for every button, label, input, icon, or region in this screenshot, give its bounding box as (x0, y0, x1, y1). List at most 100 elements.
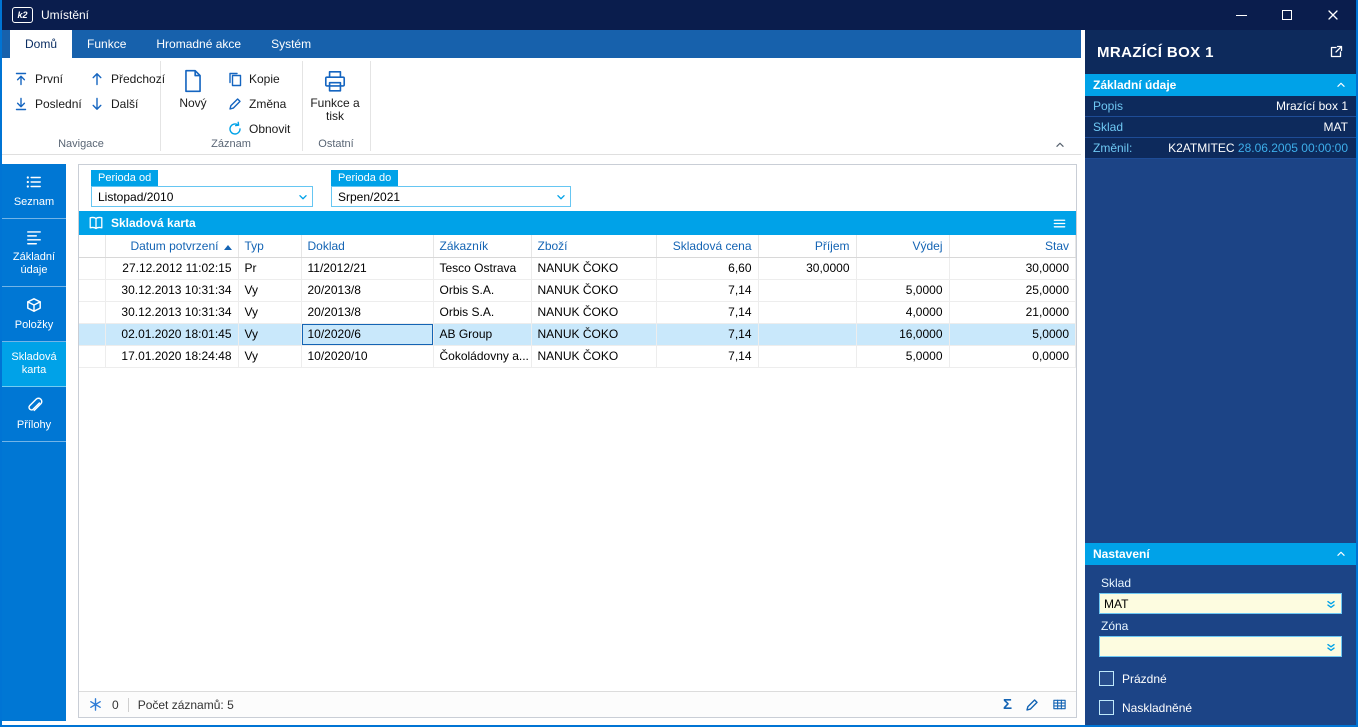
cell[interactable]: 10/2020/10 (301, 345, 433, 367)
cell[interactable] (79, 323, 105, 345)
cell[interactable]: 7,14 (656, 301, 758, 323)
cell[interactable]: 10/2020/6 (301, 323, 433, 345)
sidebar-item-seznam[interactable]: Seznam (2, 164, 66, 219)
checkbox-row-pr-zdn[interactable]: Prázdné (1099, 671, 1342, 686)
chevron-up-icon[interactable] (1334, 78, 1348, 92)
cell[interactable]: 11/2012/21 (301, 257, 433, 279)
cell[interactable]: NANUK ČOKO (531, 257, 656, 279)
cell[interactable]: 20/2013/8 (301, 301, 433, 323)
cell[interactable] (79, 345, 105, 367)
cell[interactable]: 20/2013/8 (301, 279, 433, 301)
cell[interactable]: Orbis S.A. (433, 301, 531, 323)
cell[interactable]: 30,0000 (758, 257, 856, 279)
dal-button[interactable]: Další (86, 93, 141, 115)
cell[interactable]: NANUK ČOKO (531, 301, 656, 323)
cell[interactable]: 30.12.2013 10:31:34 (105, 301, 238, 323)
period-from-combo[interactable]: Listopad/2010 (91, 186, 313, 207)
cell[interactable]: Čokoládovny a... (433, 345, 531, 367)
cell[interactable] (758, 323, 856, 345)
column-header-datum-potvrzen[interactable]: Datum potvrzení (105, 235, 238, 257)
cell[interactable] (758, 345, 856, 367)
cell[interactable]: Pr (238, 257, 301, 279)
posledn-button[interactable]: Poslední (10, 93, 85, 115)
sklad-combo[interactable] (1099, 593, 1342, 614)
cell[interactable]: 17.01.2020 18:24:48 (105, 345, 238, 367)
checkbox-box[interactable] (1099, 671, 1114, 686)
cell[interactable]: AB Group (433, 323, 531, 345)
maximize-button[interactable] (1264, 0, 1310, 30)
cell[interactable]: 4,0000 (856, 301, 949, 323)
cell[interactable]: 21,0000 (949, 301, 1076, 323)
section-basic-header[interactable]: Základní údaje (1085, 74, 1356, 96)
cell[interactable]: NANUK ČOKO (531, 323, 656, 345)
column-header-skladov-cena[interactable]: Skladová cena (656, 235, 758, 257)
table-row[interactable]: 02.01.2020 18:01:45Vy10/2020/6AB GroupNA… (79, 323, 1076, 345)
dropdown-icon[interactable] (1324, 640, 1338, 654)
cell[interactable]: NANUK ČOKO (531, 279, 656, 301)
table-row[interactable]: 30.12.2013 10:31:34Vy20/2013/8Orbis S.A.… (79, 301, 1076, 323)
column-header-p-jem[interactable]: Příjem (758, 235, 856, 257)
table-settings-icon[interactable] (1052, 697, 1067, 712)
cell[interactable]: 30.12.2013 10:31:34 (105, 279, 238, 301)
column-header-stav[interactable]: Stav (949, 235, 1076, 257)
tab-funkce[interactable]: Funkce (72, 30, 141, 58)
cell[interactable]: 5,0000 (856, 279, 949, 301)
dropdown-icon[interactable] (1324, 597, 1338, 611)
cell[interactable] (758, 279, 856, 301)
close-button[interactable] (1310, 0, 1356, 30)
cell[interactable] (79, 301, 105, 323)
sum-icon[interactable]: Σ (1003, 696, 1012, 713)
cell[interactable]: 02.01.2020 18:01:45 (105, 323, 238, 345)
z-na-combo[interactable] (1099, 636, 1342, 657)
cell[interactable]: Vy (238, 279, 301, 301)
chevron-down-icon[interactable] (296, 190, 310, 204)
cell[interactable]: Vy (238, 345, 301, 367)
kopie-button[interactable]: Kopie (224, 68, 283, 90)
cell[interactable]: Orbis S.A. (433, 279, 531, 301)
table-row[interactable]: 17.01.2020 18:24:48Vy10/2020/10Čokoládov… (79, 345, 1076, 367)
chevron-up-icon[interactable] (1334, 547, 1348, 561)
cell[interactable]: 7,14 (656, 345, 758, 367)
tab-dom[interactable]: Domů (10, 30, 72, 58)
column-header-doklad[interactable]: Doklad (301, 235, 433, 257)
sidebar-item-polo-ky[interactable]: Položky (2, 287, 66, 342)
new-record-button[interactable]: Nový (168, 63, 218, 139)
checkbox-box[interactable] (1099, 700, 1114, 715)
cell[interactable]: NANUK ČOKO (531, 345, 656, 367)
cell[interactable]: 7,14 (656, 279, 758, 301)
period-to-combo[interactable]: Srpen/2021 (331, 186, 571, 207)
column-header-typ[interactable]: Typ (238, 235, 301, 257)
cell[interactable]: 16,0000 (856, 323, 949, 345)
cell[interactable]: 7,14 (656, 323, 758, 345)
cell[interactable]: Tesco Ostrava (433, 257, 531, 279)
tab-syst-m[interactable]: Systém (256, 30, 326, 58)
checkbox-row-naskladn-n[interactable]: Naskladněné (1099, 700, 1342, 715)
column-header-zbo[interactable]: Zboží (531, 235, 656, 257)
cell[interactable]: 5,0000 (856, 345, 949, 367)
open-external-icon[interactable] (1328, 44, 1344, 60)
cell[interactable]: 5,0000 (949, 323, 1076, 345)
sidebar-item-skladov-karta[interactable]: Skladová karta (2, 342, 66, 387)
tab-hromadn-akce[interactable]: Hromadné akce (141, 30, 256, 58)
sidebar-item-z-kladn-daje[interactable]: Základní údaje (2, 219, 66, 287)
table-menu-icon[interactable] (1052, 216, 1067, 231)
table-row[interactable]: 30.12.2013 10:31:34Vy20/2013/8Orbis S.A.… (79, 279, 1076, 301)
chevron-down-icon[interactable] (554, 190, 568, 204)
obnovit-button[interactable]: Obnovit (224, 118, 293, 140)
minimize-button[interactable] (1218, 0, 1264, 30)
column-header-x[interactable] (79, 235, 105, 257)
cell[interactable] (79, 257, 105, 279)
p-edchoz-button[interactable]: Předchozí (86, 68, 168, 90)
ribbon-collapse-icon[interactable] (1053, 138, 1067, 152)
cell[interactable]: 27.12.2012 11:02:15 (105, 257, 238, 279)
cell[interactable] (856, 257, 949, 279)
cell[interactable]: 30,0000 (949, 257, 1076, 279)
edit-icon[interactable] (1024, 697, 1040, 713)
table-scroll-area[interactable]: Datum potvrzeníTypDokladZákazníkZbožíSkl… (79, 235, 1076, 691)
z-na-input[interactable] (1104, 640, 1324, 654)
functions-print-button[interactable]: Funkce a tisk (306, 63, 364, 139)
cell[interactable]: 25,0000 (949, 279, 1076, 301)
table-row[interactable]: 27.12.2012 11:02:15Pr11/2012/21Tesco Ost… (79, 257, 1076, 279)
zm-na-button[interactable]: Změna (224, 93, 289, 115)
column-header-z-kazn-k[interactable]: Zákazník (433, 235, 531, 257)
